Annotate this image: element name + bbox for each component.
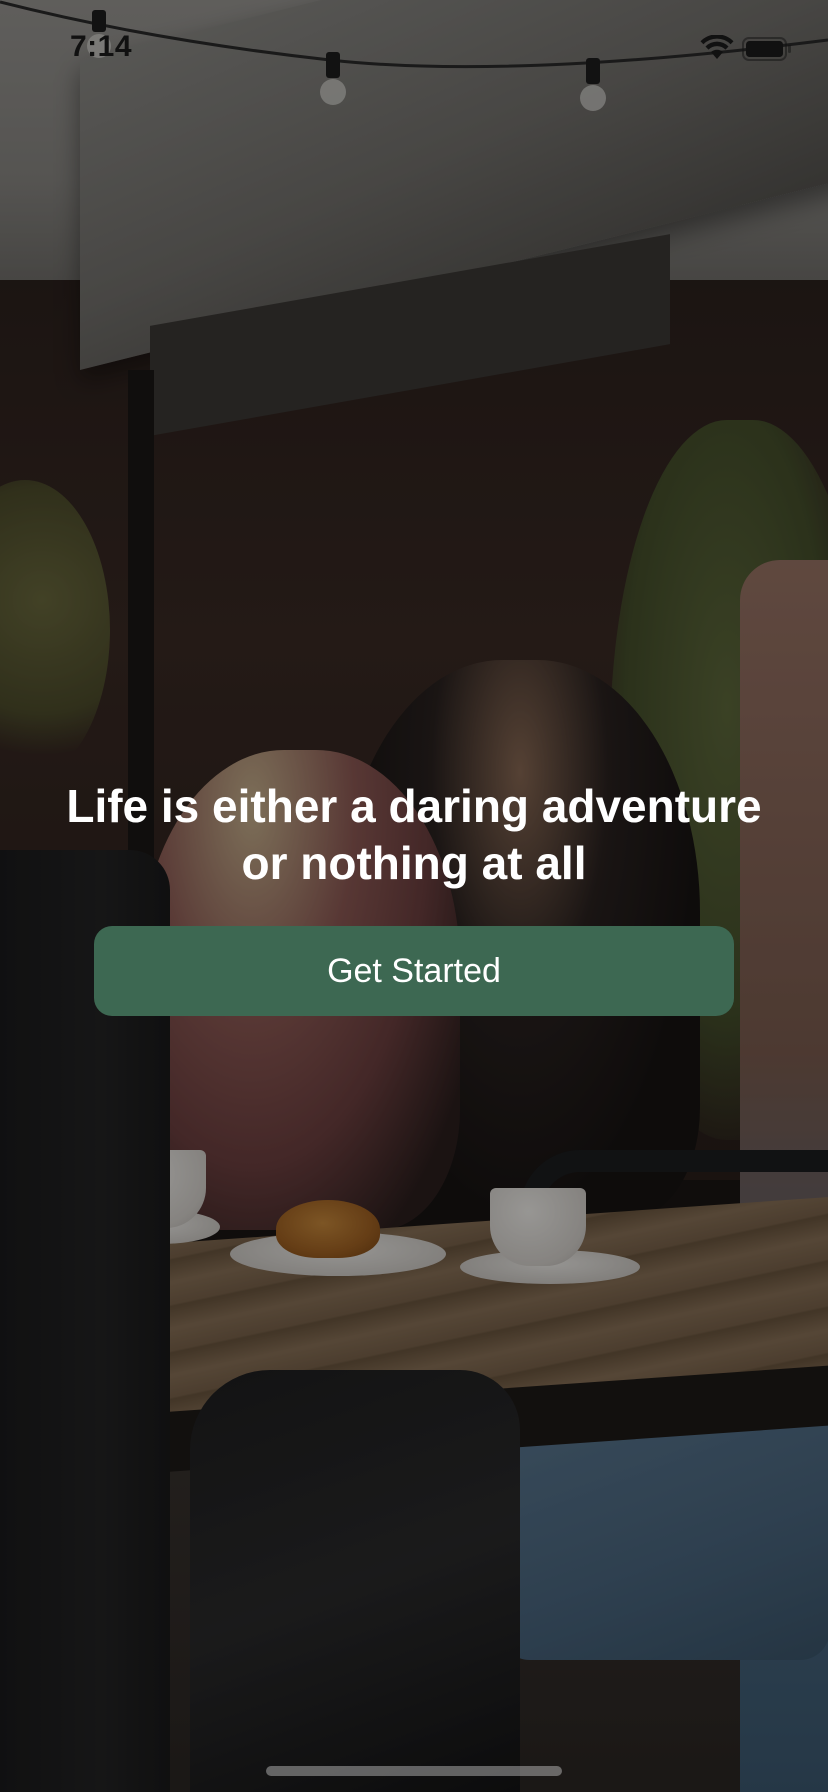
headline: Life is either a daring adventure or not… <box>66 780 762 889</box>
home-indicator[interactable] <box>266 1766 562 1776</box>
get-started-label: Get Started <box>327 951 501 990</box>
status-bar: 7:14 <box>0 0 828 96</box>
wifi-icon <box>700 35 734 59</box>
status-time: 7:14 <box>70 30 133 63</box>
welcome-screen: 7:14 Life is either a daring adventure o… <box>0 0 828 1792</box>
battery-icon <box>742 37 791 61</box>
get-started-button[interactable]: Get Started <box>94 926 734 1016</box>
background-dim-overlay <box>0 0 828 1792</box>
background-photo <box>0 0 828 1792</box>
